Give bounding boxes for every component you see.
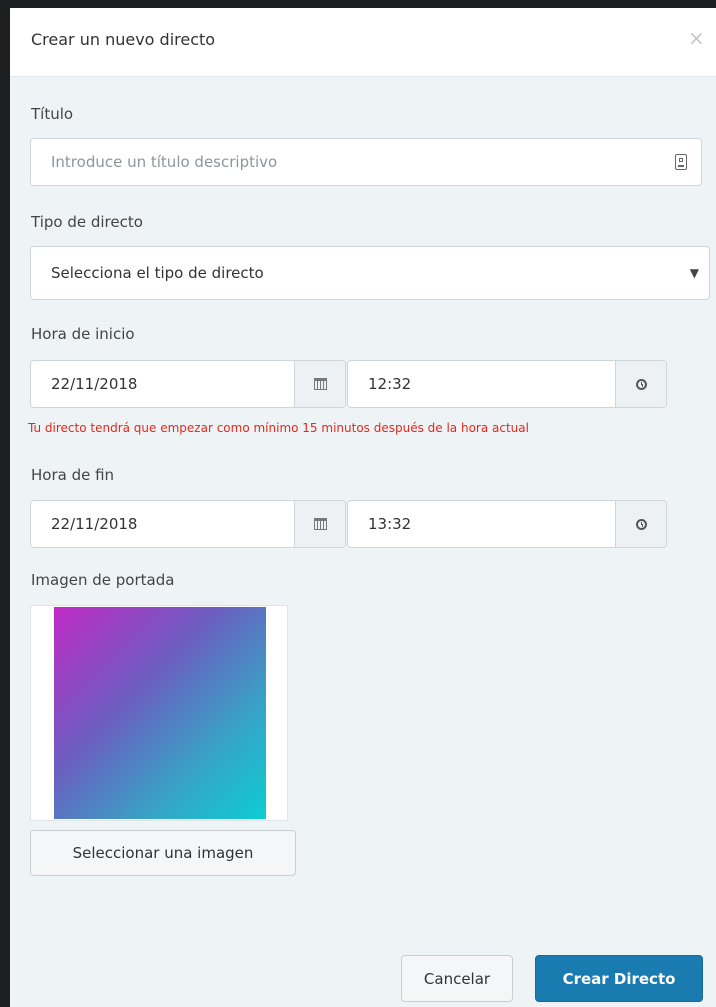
type-label: Tipo de directo [31, 213, 143, 231]
end-time-value: 13:32 [368, 515, 412, 533]
contact-card-icon [675, 154, 687, 170]
type-select[interactable]: Selecciona el tipo de directo ▼ [30, 246, 710, 300]
title-input[interactable]: Introduce un título descriptivo [30, 138, 702, 186]
end-label: Hora de fin [31, 466, 115, 484]
chevron-down-icon: ▼ [689, 266, 699, 280]
start-time-input[interactable]: 12:32 [347, 360, 667, 408]
end-date-input[interactable]: 22/11/2018 [30, 500, 346, 548]
calendar-icon [313, 518, 327, 530]
start-time-value: 12:32 [368, 375, 412, 393]
cover-image [54, 607, 266, 819]
create-live-button[interactable]: Crear Directo [535, 955, 703, 1002]
calendar-icon [313, 378, 327, 390]
modal-header: Crear un nuevo directo × [10, 8, 716, 77]
start-time-error: Tu directo tendrá que empezar como mínim… [28, 421, 529, 435]
type-selected-value: Selecciona el tipo de directo [51, 264, 264, 282]
select-image-button[interactable]: Seleccionar una imagen [30, 830, 296, 876]
end-time-input[interactable]: 13:32 [347, 500, 667, 548]
end-date-value: 22/11/2018 [51, 515, 138, 533]
start-label: Hora de inicio [31, 325, 135, 343]
start-time-picker-button[interactable] [615, 361, 666, 407]
close-icon[interactable]: × [688, 28, 705, 48]
start-date-picker-button[interactable] [294, 361, 345, 407]
cover-label: Imagen de portada [31, 571, 175, 589]
create-live-modal: Crear un nuevo directo × Título Introduc… [10, 8, 716, 1007]
clock-icon [635, 378, 647, 390]
modal-title: Crear un nuevo directo [31, 30, 216, 49]
cover-image-preview [30, 605, 288, 821]
clock-icon [635, 518, 647, 530]
start-date-input[interactable]: 22/11/2018 [30, 360, 346, 408]
end-time-picker-button[interactable] [615, 501, 666, 547]
end-date-picker-button[interactable] [294, 501, 345, 547]
title-placeholder: Introduce un título descriptivo [51, 153, 278, 171]
start-date-value: 22/11/2018 [51, 375, 138, 393]
cancel-button[interactable]: Cancelar [401, 955, 513, 1002]
title-label: Título [31, 105, 74, 123]
